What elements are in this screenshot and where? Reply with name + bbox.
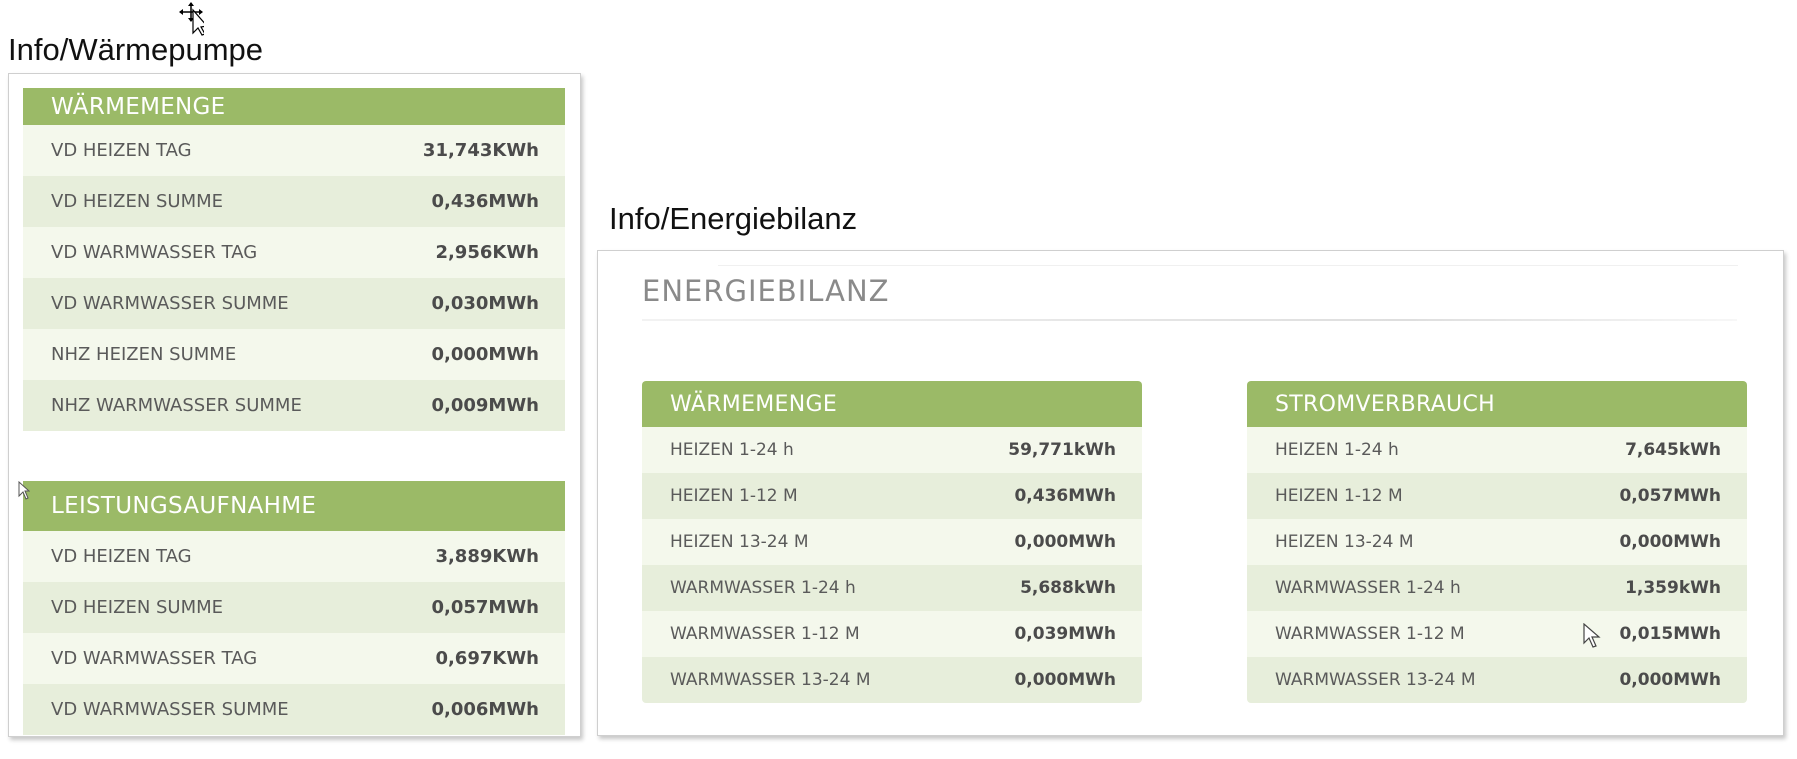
row-value: 5,688kWh (1020, 578, 1116, 598)
row-label: HEIZEN 1-12 M (1275, 486, 1403, 506)
table-row: VD HEIZEN SUMME 0,436MWh (23, 176, 565, 227)
divider (718, 265, 1738, 266)
row-value: 3,889KWh (435, 546, 539, 567)
row-label: HEIZEN 1-24 h (1275, 440, 1399, 460)
row-value: 0,000MWh (431, 344, 539, 365)
row-label: VD WARMWASSER TAG (51, 242, 258, 263)
table-row: WARMWASSER 13-24 M 0,000MWh (642, 657, 1142, 703)
row-value: 0,057MWh (1619, 486, 1721, 506)
row-value: 0,436MWh (1014, 486, 1116, 506)
table-row: VD HEIZEN TAG 3,889KWh (23, 531, 565, 582)
row-value: 0,009MWh (431, 395, 539, 416)
row-label: WARMWASSER 1-12 M (670, 624, 860, 644)
table-row: HEIZEN 1-24 h 7,645kWh (1247, 427, 1747, 473)
table-row: WARMWASSER 1-24 h 5,688kWh (642, 565, 1142, 611)
table-row: HEIZEN 13-24 M 0,000MWh (642, 519, 1142, 565)
energiebilanz-panel: ENERGIEBILANZ WÄRMEMENGE HEIZEN 1-24 h 59… (597, 250, 1784, 736)
row-label: VD WARMWASSER SUMME (51, 293, 289, 314)
row-value: 0,000MWh (1014, 670, 1116, 690)
row-label: NHZ WARMWASSER SUMME (51, 395, 302, 416)
row-value: 0,000MWh (1619, 670, 1721, 690)
row-label: HEIZEN 13-24 M (670, 532, 809, 552)
table-row: VD WARMWASSER TAG 2,956KWh (23, 227, 565, 278)
table-row: WARMWASSER 1-24 h 1,359kWh (1247, 565, 1747, 611)
row-value: 0,057MWh (431, 597, 539, 618)
waermemenge-header: WÄRMEMENGE (23, 88, 565, 125)
table-row: VD WARMWASSER SUMME 0,030MWh (23, 278, 565, 329)
row-label: HEIZEN 1-12 M (670, 486, 798, 506)
table-row: NHZ HEIZEN SUMME 0,000MWh (23, 329, 565, 380)
row-value: 2,956KWh (435, 242, 539, 263)
waermemenge-table: WÄRMEMENGE VD HEIZEN TAG 31,743KWh VD HEI… (23, 88, 565, 431)
row-label: NHZ HEIZEN SUMME (51, 344, 237, 365)
row-label: WARMWASSER 13-24 M (670, 670, 871, 690)
row-label: WARMWASSER 1-24 h (1275, 578, 1461, 598)
row-value: 1,359kWh (1625, 578, 1721, 598)
row-label: WARMWASSER 1-12 M (1275, 624, 1465, 644)
row-label: VD WARMWASSER TAG (51, 648, 258, 669)
row-value: 0,006MWh (431, 699, 539, 720)
row-label: HEIZEN 1-24 h (670, 440, 794, 460)
row-label: HEIZEN 13-24 M (1275, 532, 1414, 552)
arrow-cursor-icon (18, 481, 30, 500)
row-value: 31,743KWh (422, 140, 539, 161)
leistungsaufnahme-header: LEISTUNGSAUFNAHME (23, 481, 565, 531)
row-value: 0,015MWh (1619, 624, 1721, 644)
caption-waermepumpe: Info/Wärmepumpe (8, 32, 263, 67)
arrow-cursor-icon (1583, 623, 1601, 648)
table-row: HEIZEN 13-24 M 0,000MWh (1247, 519, 1747, 565)
row-label: VD HEIZEN SUMME (51, 597, 224, 618)
waermepumpe-panel: WÄRMEMENGE VD HEIZEN TAG 31,743KWh VD HEI… (8, 73, 581, 737)
row-label: VD WARMWASSER SUMME (51, 699, 289, 720)
row-value: 0,030MWh (431, 293, 539, 314)
row-label: VD HEIZEN TAG (51, 546, 192, 567)
table-row: VD WARMWASSER TAG 0,697KWh (23, 633, 565, 684)
divider (642, 319, 1737, 321)
table-row: WARMWASSER 1-12 M 0,039MWh (642, 611, 1142, 657)
leistungsaufnahme-table: LEISTUNGSAUFNAHME VD HEIZEN TAG 3,889KWh … (23, 481, 565, 735)
eb-waermemenge-table: WÄRMEMENGE HEIZEN 1-24 h 59,771kWh HEIZEN… (642, 381, 1142, 703)
table-row: VD HEIZEN TAG 31,743KWh (23, 125, 565, 176)
stromverbrauch-header: STROMVERBRAUCH (1247, 381, 1747, 427)
table-row: HEIZEN 1-24 h 59,771kWh (642, 427, 1142, 473)
row-value: 59,771kWh (1008, 440, 1116, 460)
row-value: 0,436MWh (431, 191, 539, 212)
table-row: HEIZEN 1-12 M 0,436MWh (642, 473, 1142, 519)
eb-waermemenge-header: WÄRMEMENGE (642, 381, 1142, 427)
row-label: WARMWASSER 1-24 h (670, 578, 856, 598)
row-value: 0,039MWh (1014, 624, 1116, 644)
table-row: WARMWASSER 1-12 M 0,015MWh (1247, 611, 1747, 657)
row-label: VD HEIZEN SUMME (51, 191, 224, 212)
stromverbrauch-table: STROMVERBRAUCH HEIZEN 1-24 h 7,645kWh HEI… (1247, 381, 1747, 703)
row-value: 0,000MWh (1014, 532, 1116, 552)
energiebilanz-title: ENERGIEBILANZ (642, 274, 890, 308)
row-value: 0,000MWh (1619, 532, 1721, 552)
table-row: HEIZEN 1-12 M 0,057MWh (1247, 473, 1747, 519)
caption-energiebilanz: Info/Energiebilanz (609, 201, 858, 236)
row-value: 0,697KWh (435, 648, 539, 669)
row-label: WARMWASSER 13-24 M (1275, 670, 1476, 690)
table-row: NHZ WARMWASSER SUMME 0,009MWh (23, 380, 565, 431)
row-label: VD HEIZEN TAG (51, 140, 192, 161)
move-cursor-icon (179, 2, 204, 36)
table-row: VD WARMWASSER SUMME 0,006MWh (23, 684, 565, 735)
table-row: WARMWASSER 13-24 M 0,000MWh (1247, 657, 1747, 703)
row-value: 7,645kWh (1625, 440, 1721, 460)
table-row: VD HEIZEN SUMME 0,057MWh (23, 582, 565, 633)
